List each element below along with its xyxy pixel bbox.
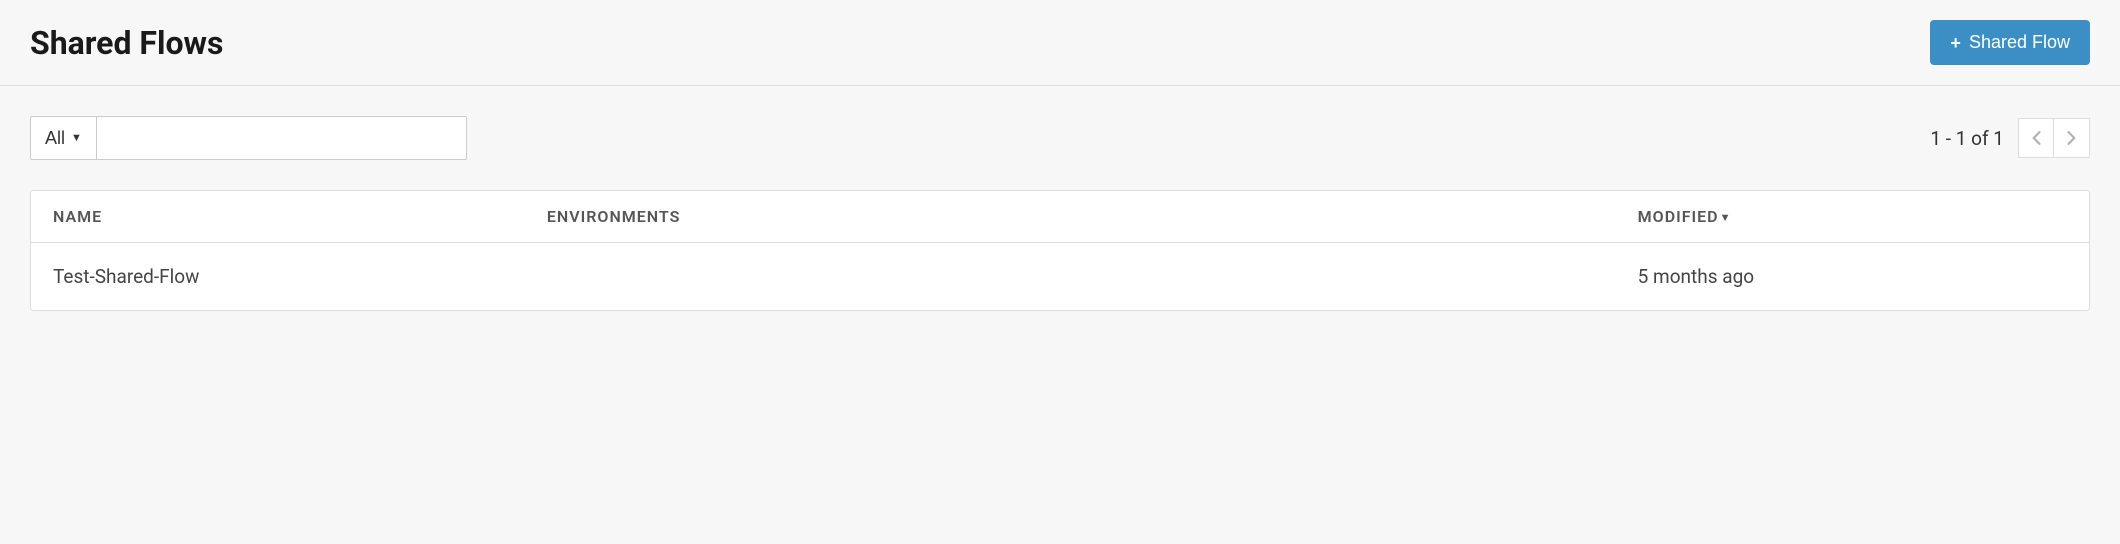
caret-down-icon: ▼	[71, 132, 82, 144]
page-header: Shared Flows + Shared Flow	[0, 0, 2120, 86]
table-row[interactable]: Test-Shared-Flow 5 months ago	[31, 243, 2089, 310]
cell-name: Test-Shared-Flow	[31, 243, 525, 310]
plus-icon: +	[1950, 34, 1961, 52]
cell-environments	[525, 243, 1616, 310]
content-area: All ▼ 1 - 1 of 1 NAME	[0, 86, 2120, 341]
page-title: Shared Flows	[30, 24, 223, 62]
pagination: 1 - 1 of 1	[1930, 118, 2090, 158]
pagination-range: 1 - 1 of 1	[1930, 127, 2004, 150]
filter-group: All ▼	[30, 116, 467, 160]
add-shared-flow-button[interactable]: + Shared Flow	[1930, 20, 2090, 65]
column-header-modified[interactable]: MODIFIED▼	[1616, 191, 2089, 243]
column-header-environments[interactable]: ENVIRONMENTS	[525, 191, 1616, 243]
cell-modified: 5 months ago	[1616, 243, 2089, 310]
next-page-button[interactable]	[2054, 118, 2090, 158]
search-input[interactable]	[97, 116, 467, 160]
table-header-row: NAME ENVIRONMENTS MODIFIED▼	[31, 191, 2089, 243]
prev-page-button[interactable]	[2018, 118, 2054, 158]
column-header-name-label: NAME	[53, 207, 102, 226]
sort-descending-icon: ▼	[1720, 211, 1732, 224]
shared-flows-table: NAME ENVIRONMENTS MODIFIED▼ Test-Shared-…	[30, 190, 2090, 311]
chevron-right-icon	[2067, 131, 2077, 145]
add-button-label: Shared Flow	[1969, 32, 2070, 53]
column-header-environments-label: ENVIRONMENTS	[547, 207, 680, 226]
chevron-left-icon	[2031, 131, 2041, 145]
filter-selected-label: All	[45, 128, 65, 149]
column-header-modified-label: MODIFIED	[1638, 207, 1719, 226]
toolbar: All ▼ 1 - 1 of 1	[30, 116, 2090, 160]
pagination-buttons	[2018, 118, 2090, 158]
filter-dropdown[interactable]: All ▼	[30, 116, 97, 160]
column-header-name[interactable]: NAME	[31, 191, 525, 243]
